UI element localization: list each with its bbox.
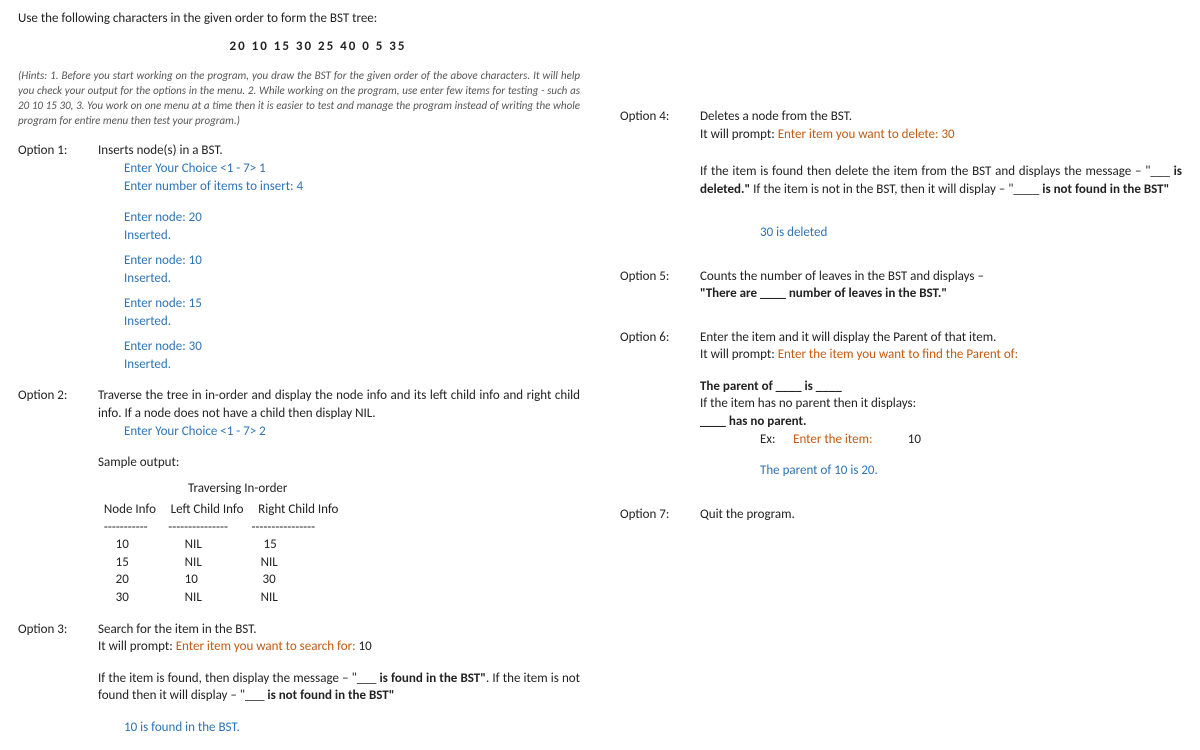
bst-sequence: 20 10 15 30 25 40 0 5 35 xyxy=(158,38,478,56)
option-6-bold2: ____ has no parent. xyxy=(700,413,1182,431)
option-7-label: Option 7: xyxy=(620,506,700,524)
option-5-line1: Counts the number of leaves in the BST a… xyxy=(700,268,1182,286)
option-1-choice: Enter Your Choice <1 - 7> 1 xyxy=(124,160,580,178)
option-6-plain: If the item has no parent then it displa… xyxy=(700,395,1182,413)
option-5-label: Option 5: xyxy=(620,268,700,303)
option-5-line2: "There are ____ number of leaves in the … xyxy=(700,285,1182,303)
opt4-ma: If the item is found then delete the ite… xyxy=(700,164,1150,179)
option-3-result: 10 is found in the BST. xyxy=(124,719,580,737)
option-7-text: Quit the program. xyxy=(700,506,1182,524)
opt1-l10: Inserted. xyxy=(124,356,580,374)
option-1-label: Option 1: xyxy=(18,142,98,373)
opt4-mc: If the item is not in the BST, then it w… xyxy=(750,182,1013,197)
opt6-prompt: Enter the item you want to find the Pare… xyxy=(778,347,1018,362)
opt3-prompt: Enter item you want to search for: xyxy=(176,639,356,654)
opt4-prompt-lead: It will prompt: xyxy=(700,127,778,142)
opt6-ex-prompt: Enter the item: xyxy=(793,432,872,447)
sample-output-label: Sample output: xyxy=(98,454,580,472)
option-6-result: The parent of 10 is 20. xyxy=(760,462,1182,480)
opt3-prompt-lead: It will prompt: xyxy=(98,639,176,654)
option-4-prompt-row: It will prompt: Enter item you want to d… xyxy=(700,126,1182,144)
opt4-md: is not found in the BST" xyxy=(1039,182,1169,197)
opt1-l6: Enter node: 15 xyxy=(124,295,580,313)
traverse-table: Node Info Left Child Info Right Child In… xyxy=(98,501,580,606)
opt3-m1b: is found in the BST" xyxy=(376,671,486,686)
traverse-title: Traversing In-order xyxy=(188,480,580,498)
option-6-prompt-row: It will prompt: Enter the item you want … xyxy=(700,346,1182,364)
opt3-m1d: is not found in the BST" xyxy=(264,688,394,703)
opt1-l9: Enter node: 30 xyxy=(124,338,580,356)
option-4-title: Deletes a node from the BST. xyxy=(700,108,1182,126)
option-3-prompt-row: It will prompt: Enter item you want to s… xyxy=(98,638,580,656)
opt1-l4: Inserted. xyxy=(124,270,580,288)
option-6-label: Option 6: xyxy=(620,329,700,480)
option-4-label: Option 4: xyxy=(620,108,700,242)
option-2-desc: Traverse the tree in in-order and displa… xyxy=(98,387,580,422)
option-6-example: Ex: Enter the item: 10 xyxy=(760,431,1182,449)
opt6-ex-label: Ex: xyxy=(760,432,775,447)
opt1-l3: Enter node: 10 xyxy=(124,252,580,270)
hints-text: (Hints: 1. Before you start working on t… xyxy=(18,69,580,128)
option-6-bold1: The parent of ____ is ____ xyxy=(700,378,1182,396)
opt6-prompt-lead: It will prompt: xyxy=(700,347,778,362)
opt6-ex-val: 10 xyxy=(908,432,921,447)
option-1-title: Inserts node(s) in a BST. xyxy=(98,142,580,160)
opt1-l0: Enter node: 20 xyxy=(124,209,580,227)
option-2-label: Option 2: xyxy=(18,387,98,440)
option-2-choice: Enter Your Choice <1 - 7> 2 xyxy=(124,423,580,441)
opt1-l7: Inserted. xyxy=(124,313,580,331)
option-3-message: If the item is found, then display the m… xyxy=(98,670,580,705)
opt3-prompt-val: 10 xyxy=(356,639,372,654)
option-1-num: Enter number of items to insert: 4 xyxy=(124,178,580,196)
option-4-result: 30 is deleted xyxy=(760,224,1182,242)
option-6-line1: Enter the item and it will display the P… xyxy=(700,329,1182,347)
opt1-l1: Inserted. xyxy=(124,227,580,245)
opt4-prompt: Enter item you want to delete: 30 xyxy=(778,127,955,142)
page-heading: Use the following characters in the give… xyxy=(18,10,580,28)
option-3-title: Search for the item in the BST. xyxy=(98,621,580,639)
option-4-message: If the item is found then delete the ite… xyxy=(700,163,1182,198)
opt3-m1a: If the item is found, then display the m… xyxy=(98,671,357,686)
option-3-label: Option 3: xyxy=(18,621,98,737)
